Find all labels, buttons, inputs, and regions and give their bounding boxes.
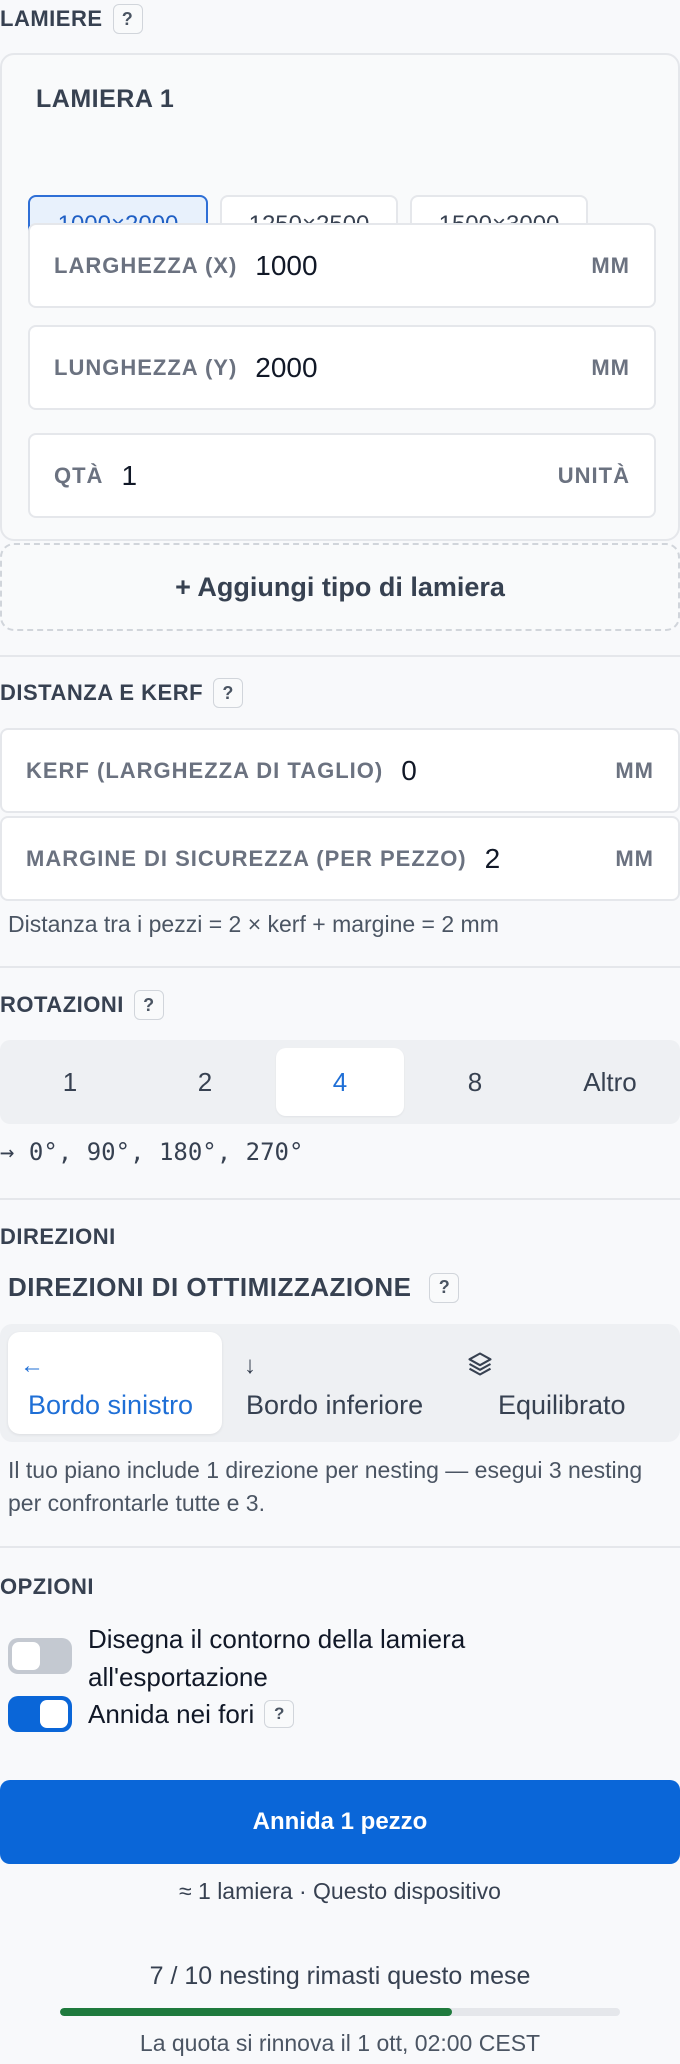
quota-renew-text: La quota si rinnova il 1 ott, 02:00 CEST	[139, 2030, 541, 2056]
direction-label: Bordo sinistro	[28, 1390, 194, 1420]
spacing-help-button[interactable]: ?	[213, 678, 244, 708]
divider	[0, 966, 680, 968]
quota-progress-bar	[60, 2008, 620, 2016]
directions-section-title: DIREZIONI	[0, 1224, 116, 1250]
quota-text: 7 / 10 nesting rimasti questo mese	[149, 1962, 531, 1990]
quantity-unit: UNITÀ	[557, 462, 630, 488]
toggle-knob	[12, 1642, 40, 1670]
nest-in-holes-toggle[interactable]	[8, 1696, 72, 1732]
rotations-section-title: ROTAZIONI ?	[0, 990, 164, 1020]
layers-icon	[466, 1350, 494, 1385]
sheets-help-button[interactable]: ?	[112, 4, 143, 34]
options-title-text: OPZIONI	[0, 1574, 94, 1599]
rotation-option-2[interactable]: 2	[141, 1048, 269, 1116]
nest-in-holes-label: Annida nei fori	[88, 1699, 255, 1729]
nest-button[interactable]: Annida 1 pezzo	[0, 1780, 680, 1864]
width-label: LARGHEZZA (X)	[54, 252, 238, 278]
draw-outline-toggle[interactable]	[8, 1638, 72, 1674]
quantity-field[interactable]: QTÀ 1 UNITÀ	[28, 433, 656, 518]
direction-balanced[interactable]: Equilibrato	[448, 1332, 672, 1434]
direction-left-edge[interactable]: ← Bordo sinistro	[8, 1332, 222, 1434]
spacing-note: Distanza tra i pezzi = 2 × kerf + margin…	[8, 911, 499, 937]
width-input[interactable]: 1000	[255, 250, 591, 282]
rotation-option-1[interactable]: 1	[6, 1048, 134, 1116]
sheets-section-title: LAMIERE ?	[0, 4, 143, 34]
length-label: LUNGHEZZA (Y)	[54, 354, 238, 380]
nest-summary: ≈ 1 lamiera · Questo dispositivo	[179, 1878, 501, 1904]
rotation-angles: → 0°, 90°, 180°, 270°	[0, 1138, 304, 1166]
length-input[interactable]: 2000	[255, 352, 591, 384]
rotations-title-text: ROTAZIONI	[0, 992, 124, 1017]
sheet-card: LAMIERA 1 1000×2000 1250×2500 1500×3000 …	[0, 53, 680, 541]
margin-label: MARGINE DI SICUREZZA (PER PEZZO)	[26, 845, 467, 871]
quantity-label: QTÀ	[54, 462, 104, 488]
kerf-unit: MM	[615, 757, 654, 783]
width-unit: MM	[591, 252, 630, 278]
rotation-option-8[interactable]: 8	[411, 1048, 539, 1116]
directions-subtitle-text: DIREZIONI DI OTTIMIZZAZIONE	[8, 1272, 412, 1302]
spacing-section-title: DISTANZA E KERF ?	[0, 678, 244, 708]
arrow-down-icon: ↓	[244, 1352, 256, 1379]
spacing-title-text: DISTANZA E KERF	[0, 680, 204, 705]
width-field[interactable]: LARGHEZZA (X) 1000 MM	[28, 223, 656, 308]
rotation-option-other[interactable]: Altro	[546, 1048, 674, 1116]
toggle-knob	[40, 1700, 68, 1728]
margin-field[interactable]: MARGINE DI SICUREZZA (PER PEZZO) 2 MM	[0, 816, 680, 901]
divider	[0, 655, 680, 657]
margin-unit: MM	[615, 845, 654, 871]
rotations-help-button[interactable]: ?	[133, 990, 164, 1020]
rotation-option-4[interactable]: 4	[276, 1048, 404, 1116]
nest-in-holes-row: Annida nei fori ?	[88, 1695, 295, 1733]
quota-progress-fill	[60, 2008, 452, 2016]
directions-help-button[interactable]: ?	[429, 1272, 460, 1303]
margin-input[interactable]: 2	[485, 843, 616, 875]
length-unit: MM	[591, 354, 630, 380]
sheet-card-title: LAMIERA 1	[36, 85, 175, 113]
sheets-title-text: LAMIERE	[0, 6, 103, 31]
directions-subtitle: DIREZIONI DI OTTIMIZZAZIONE ?	[8, 1272, 460, 1303]
directions-segmented-control: ← Bordo sinistro ↓ Bordo inferiore Equil…	[0, 1324, 680, 1442]
directions-title-text: DIREZIONI	[0, 1224, 116, 1249]
directions-note: Il tuo piano include 1 direzione per nes…	[8, 1457, 643, 1516]
draw-outline-label: Disegna il contorno della lamiera all'es…	[88, 1624, 466, 1692]
direction-bottom-edge[interactable]: ↓ Bordo inferiore	[230, 1332, 440, 1434]
rotations-segmented-control: 1 2 4 8 Altro	[0, 1040, 680, 1124]
length-field[interactable]: LUNGHEZZA (Y) 2000 MM	[28, 325, 656, 410]
direction-label: Bordo inferiore	[246, 1390, 424, 1420]
kerf-field[interactable]: KERF (LARGHEZZA DI TAGLIO) 0 MM	[0, 728, 680, 813]
arrow-left-icon: ←	[20, 1352, 44, 1379]
kerf-label: KERF (LARGHEZZA DI TAGLIO)	[26, 757, 384, 783]
quantity-input[interactable]: 1	[121, 460, 557, 492]
direction-label: Equilibrato	[498, 1390, 626, 1420]
kerf-input[interactable]: 0	[401, 755, 615, 787]
add-sheet-type-button[interactable]: + Aggiungi tipo di lamiera	[0, 543, 680, 631]
nest-in-holes-help-button[interactable]: ?	[264, 1700, 295, 1728]
divider	[0, 1546, 680, 1548]
options-section-title: OPZIONI	[0, 1574, 94, 1600]
divider	[0, 1198, 680, 1200]
